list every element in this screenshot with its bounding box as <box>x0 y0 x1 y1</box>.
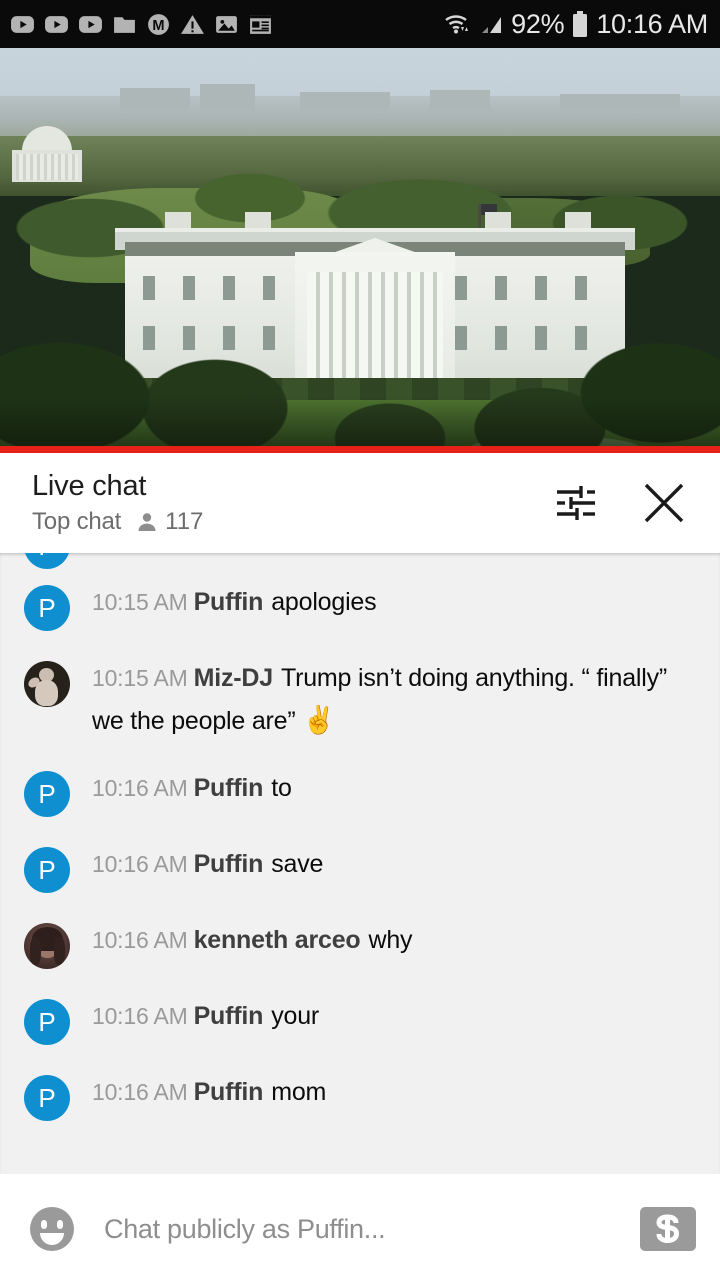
emoji-smiley-icon <box>30 1207 74 1251</box>
wifi-icon <box>445 15 469 34</box>
message-timestamp: 10:16 AM <box>92 1003 188 1030</box>
battery-icon <box>573 11 588 37</box>
message-timestamp: 10:16 AM <box>92 1079 188 1106</box>
message-author[interactable]: kenneth arceo <box>194 926 361 954</box>
status-bar-notification-icons: M <box>10 12 273 37</box>
chat-message-row[interactable]: P 10:16 AM Puffin to <box>0 755 720 831</box>
avatar[interactable]: P <box>24 771 70 818</box>
chat-message-row[interactable]: P 10:16 AM Puffin mom <box>0 1059 720 1135</box>
avatar[interactable]: P <box>24 585 70 631</box>
dollar-superchat-icon <box>656 1214 680 1244</box>
message-text: to <box>271 774 292 803</box>
status-bar: M 92% 10:16 AM <box>0 0 720 48</box>
message-timestamp: 10:16 AM <box>92 927 188 954</box>
youtube-play-icon <box>79 15 102 33</box>
chat-settings-button[interactable] <box>552 479 600 527</box>
chat-message-body: 10:16 AM Puffin save <box>92 845 698 885</box>
warning-triangle-icon <box>181 14 204 34</box>
avatar[interactable]: P <box>24 847 70 894</box>
clock-label: 10:16 AM <box>596 8 708 39</box>
message-text: apologies <box>271 588 377 616</box>
news-article-icon <box>250 14 271 34</box>
chat-message-row[interactable]: P <box>0 553 720 569</box>
youtube-play-icon <box>11 15 34 33</box>
message-timestamp: 10:16 AM <box>92 775 188 802</box>
chat-message-body: 10:16 AM Puffin mom <box>92 1073 698 1113</box>
youtube-play-icon <box>45 15 68 33</box>
avatar[interactable] <box>24 923 70 970</box>
chat-header-actions <box>552 479 696 527</box>
svg-text:M: M <box>152 18 164 34</box>
message-timestamp: 10:15 AM <box>92 665 188 691</box>
avatar[interactable]: P <box>24 1075 70 1122</box>
video-frame <box>0 48 720 453</box>
chat-input-bar <box>0 1174 720 1284</box>
message-author[interactable]: Puffin <box>194 1078 264 1106</box>
message-author[interactable]: Puffin <box>194 850 264 878</box>
super-chat-button[interactable] <box>640 1207 696 1251</box>
chat-message-body: 10:16 AM kenneth arceo why <box>92 921 698 961</box>
message-timestamp: 10:15 AM <box>92 589 188 615</box>
battery-percent-label: 92% <box>511 8 565 39</box>
chat-message-row[interactable]: P 10:15 AM Puffin apologies <box>0 569 720 645</box>
chat-message-row[interactable]: 10:16 AM kenneth arceo why <box>0 907 720 983</box>
person-icon <box>138 512 156 531</box>
video-progress-bar[interactable] <box>0 446 720 453</box>
tune-sliders-icon <box>557 486 595 520</box>
message-text: why <box>368 926 413 955</box>
avatar[interactable]: P <box>24 553 70 569</box>
chat-message-row[interactable]: 10:15 AM Miz-DJ Trump isn’t doing anything… <box>0 645 720 755</box>
status-bar-system-icons: 92% 10:16 AM <box>443 10 708 38</box>
message-author[interactable]: Puffin <box>194 588 264 616</box>
chat-message-body: 10:15 AM Miz-DJ Trump isn’t doing anything… <box>92 659 698 741</box>
chat-message-body: 10:16 AM Puffin your <box>92 997 698 1037</box>
message-text: save <box>271 850 324 879</box>
video-player[interactable] <box>0 48 720 453</box>
message-timestamp: 10:16 AM <box>92 851 188 878</box>
distant-cityscape <box>0 84 720 136</box>
message-author[interactable]: Puffin <box>194 1002 264 1030</box>
emoji-picker-button[interactable] <box>26 1203 78 1255</box>
chat-subheader: Top chat 117 <box>32 508 552 536</box>
chat-message-row[interactable]: P 10:16 AM Puffin your <box>0 983 720 1059</box>
viewer-count-group: 117 <box>135 508 203 536</box>
message-text: mom <box>271 1078 327 1107</box>
live-chat-header: Live chat Top chat 117 <box>0 453 720 553</box>
chat-header-titles: Live chat Top chat 117 <box>32 470 552 535</box>
jefferson-memorial <box>8 126 86 188</box>
folder-icon <box>114 16 135 33</box>
viewer-count-label: 117 <box>165 507 204 535</box>
chat-mode-label[interactable]: Top chat <box>32 508 121 536</box>
chat-message-input[interactable] <box>104 1213 640 1245</box>
message-author[interactable]: Miz-DJ <box>194 664 274 692</box>
chat-message-body: 10:15 AM Puffin apologies <box>92 583 698 623</box>
close-chat-button[interactable] <box>640 479 688 527</box>
avatar[interactable]: P <box>24 999 70 1046</box>
avatar[interactable] <box>24 661 70 707</box>
chat-message-body: 10:16 AM Puffin to <box>92 769 698 809</box>
image-icon <box>216 15 237 33</box>
chat-message-row[interactable]: P 10:16 AM Puffin save <box>0 831 720 907</box>
message-text: your <box>271 1002 320 1031</box>
live-chat-message-list[interactable]: PP10:15 AMPuffinapologies10:15 AMMiz-DJT… <box>0 553 720 1174</box>
chat-title: Live chat <box>32 470 147 503</box>
vignette <box>0 397 720 447</box>
message-emoji: ✌️ <box>302 704 336 735</box>
message-author[interactable]: Puffin <box>194 774 264 802</box>
video-progress-fill <box>0 446 720 453</box>
close-icon <box>644 483 684 523</box>
cellular-signal-icon <box>482 17 502 33</box>
m-circle-icon: M <box>148 13 169 35</box>
